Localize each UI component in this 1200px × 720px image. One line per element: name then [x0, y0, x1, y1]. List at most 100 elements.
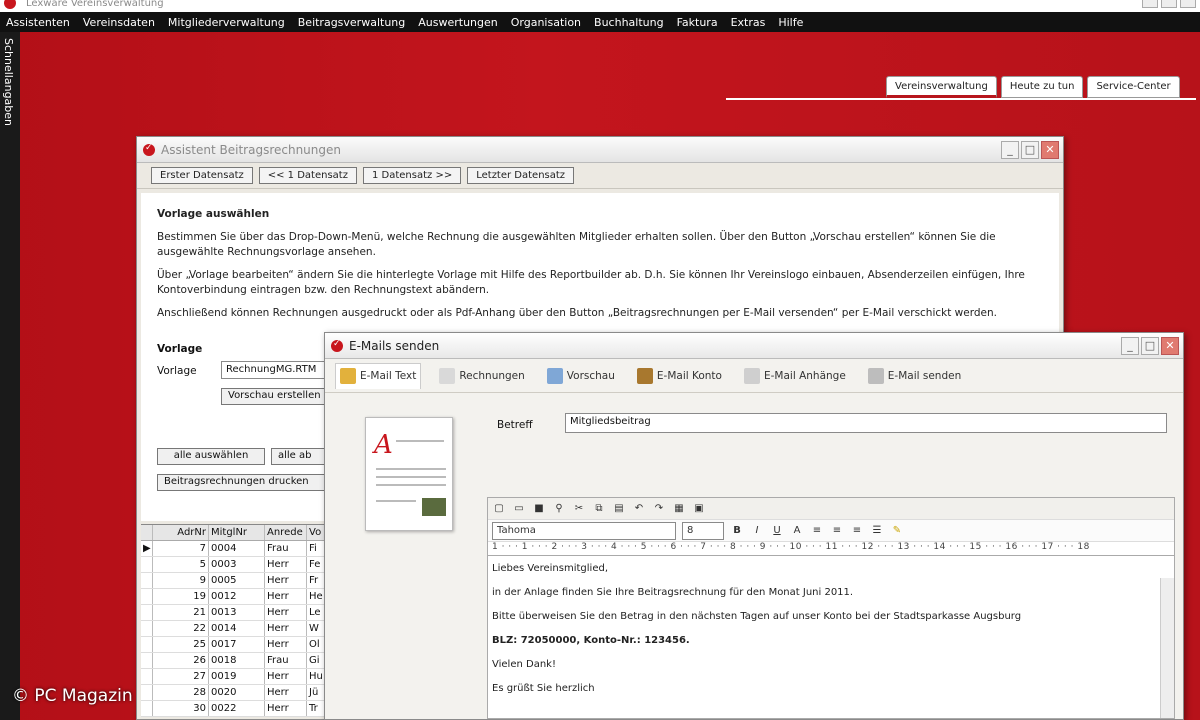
- table-row[interactable]: 9 0005 Herr Fr: [141, 573, 331, 589]
- subject-input[interactable]: Mitgliedsbeitrag: [565, 413, 1167, 433]
- table-cell: [141, 669, 153, 684]
- app-window-controls[interactable]: [1142, 0, 1196, 8]
- next-record-button[interactable]: 1 Datensatz >>: [362, 167, 462, 184]
- tab-service-center[interactable]: Service-Center: [1087, 76, 1180, 98]
- align-left-icon[interactable]: ≡: [810, 524, 824, 538]
- menu-beitragsverwaltung[interactable]: Beitragsverwaltung: [298, 16, 406, 29]
- email-body[interactable]: Liebes Vereinsmitglied, in der Anlage fi…: [488, 556, 1174, 716]
- italic-icon[interactable]: I: [750, 524, 764, 538]
- preview-button[interactable]: Vorschau erstellen: [221, 388, 325, 405]
- table-cell: 0004: [209, 541, 265, 556]
- tab-email-text[interactable]: E-Mail Text: [335, 362, 422, 389]
- email-tabs: E-Mail Text Rechnungen Vorschau E-Mail K…: [325, 359, 1183, 393]
- bullet-list-icon[interactable]: ☰: [870, 524, 884, 538]
- save-icon[interactable]: ■: [532, 502, 546, 516]
- align-right-icon[interactable]: ≡: [850, 524, 864, 538]
- tab-vereinsverwaltung[interactable]: Vereinsverwaltung: [886, 76, 997, 98]
- email-body-line: Bitte überweisen Sie den Betrag in den n…: [492, 611, 1022, 622]
- minimize-icon[interactable]: _: [1121, 337, 1139, 355]
- tab-heute-zu-tun[interactable]: Heute zu tun: [1000, 76, 1084, 98]
- grid-header: AdrNr MitglNr Anrede Vo: [141, 525, 331, 541]
- table-cell: 0013: [209, 605, 265, 620]
- bold-icon[interactable]: B: [730, 524, 744, 538]
- print-invoices-button[interactable]: Beitragsrechnungen drucken: [157, 474, 325, 491]
- tab-email-anhaenge[interactable]: E-Mail Anhänge: [740, 363, 850, 389]
- menu-vereinsdaten[interactable]: Vereinsdaten: [83, 16, 155, 29]
- grid-header-adrnr[interactable]: AdrNr: [153, 525, 209, 540]
- sidebar-strip[interactable]: Schnellangaben: [0, 32, 20, 720]
- menu-organisation[interactable]: Organisation: [511, 16, 581, 29]
- grid-header-anrede[interactable]: Anrede: [265, 525, 307, 540]
- table-cell: [141, 557, 153, 572]
- redo-icon[interactable]: ↷: [652, 502, 666, 516]
- table-row[interactable]: 21 0013 Herr Le: [141, 605, 331, 621]
- grid-header-cell: [141, 525, 153, 540]
- last-record-button[interactable]: Letzter Datensatz: [467, 167, 575, 184]
- table-row[interactable]: ▶ 7 0004 Frau Fi: [141, 541, 331, 557]
- table-cell: 0020: [209, 685, 265, 700]
- table-row[interactable]: 22 0014 Herr W: [141, 621, 331, 637]
- undo-icon[interactable]: ↶: [632, 502, 646, 516]
- font-select[interactable]: Tahoma: [492, 521, 676, 540]
- font-color-icon[interactable]: A: [790, 524, 804, 538]
- menu-faktura[interactable]: Faktura: [677, 16, 718, 29]
- app-title: Lexware Vereinsverwaltung: [26, 0, 164, 9]
- menu-extras[interactable]: Extras: [731, 16, 766, 29]
- editor-scrollbar[interactable]: [1160, 578, 1174, 718]
- font-size-select[interactable]: 8: [682, 521, 724, 540]
- menu-assistenten[interactable]: Assistenten: [6, 16, 70, 29]
- menu-mitgliederverwaltung[interactable]: Mitgliederverwaltung: [168, 16, 285, 29]
- new-document-icon[interactable]: ▢: [492, 502, 506, 516]
- first-record-button[interactable]: Erster Datensatz: [151, 167, 253, 184]
- editor-ruler[interactable]: 1 · · · 1 · · · 2 · · · 3 · · · 4 · · · …: [488, 542, 1174, 556]
- table-cell: 27: [153, 669, 209, 684]
- table-cell: 0012: [209, 589, 265, 604]
- cut-icon[interactable]: ✂: [572, 502, 586, 516]
- highlight-icon[interactable]: ✎: [890, 524, 904, 538]
- select-all-button[interactable]: alle auswählen: [157, 448, 265, 465]
- open-folder-icon[interactable]: ▭: [512, 502, 526, 516]
- table-row[interactable]: 19 0012 Herr He: [141, 589, 331, 605]
- maximize-icon[interactable]: □: [1021, 141, 1039, 159]
- table-cell: Herr: [265, 589, 307, 604]
- table-row[interactable]: 30 0022 Herr Tr: [141, 701, 331, 717]
- prev-record-button[interactable]: << 1 Datensatz: [258, 167, 357, 184]
- table-row[interactable]: 26 0018 Frau Gi: [141, 653, 331, 669]
- menu-hilfe[interactable]: Hilfe: [778, 16, 803, 29]
- tab-email-konto[interactable]: E-Mail Konto: [633, 363, 726, 389]
- table-row[interactable]: 5 0003 Herr Fe: [141, 557, 331, 573]
- deselect-all-button[interactable]: alle ab: [271, 448, 327, 465]
- table-row[interactable]: 27 0019 Herr Hu: [141, 669, 331, 685]
- table-cell: 26: [153, 653, 209, 668]
- vorlage-select[interactable]: RechnungMG.RTM: [221, 361, 325, 379]
- table-row[interactable]: 28 0020 Herr Jü: [141, 685, 331, 701]
- align-center-icon[interactable]: ≡: [830, 524, 844, 538]
- close-icon[interactable]: ✕: [1161, 337, 1179, 355]
- menu-buchhaltung[interactable]: Buchhaltung: [594, 16, 664, 29]
- tab-vorschau[interactable]: Vorschau: [543, 363, 619, 389]
- email-title-bar[interactable]: E-Mails senden _ □ ✕: [325, 333, 1183, 359]
- paste-icon[interactable]: ▤: [612, 502, 626, 516]
- insert-image-icon[interactable]: ▣: [692, 502, 706, 516]
- tab-rechnungen[interactable]: Rechnungen: [435, 363, 528, 389]
- table-cell: ▶: [141, 541, 153, 556]
- maximize-icon[interactable]: [1161, 0, 1177, 8]
- minimize-icon[interactable]: _: [1001, 141, 1019, 159]
- insert-table-icon[interactable]: ▦: [672, 502, 686, 516]
- assistant-title-bar[interactable]: Assistent Beitragsrechnungen _ □ ✕: [137, 137, 1063, 163]
- minimize-icon[interactable]: [1142, 0, 1158, 8]
- table-cell: [141, 653, 153, 668]
- find-icon[interactable]: ⚲: [552, 502, 566, 516]
- underline-icon[interactable]: U: [770, 524, 784, 538]
- table-cell: Frau: [265, 541, 307, 556]
- close-icon[interactable]: ✕: [1041, 141, 1059, 159]
- attachment-icon: [743, 367, 760, 384]
- tab-email-senden[interactable]: E-Mail senden: [864, 363, 965, 389]
- grid-header-mitglnr[interactable]: MitglNr: [209, 525, 265, 540]
- menu-auswertungen[interactable]: Auswertungen: [418, 16, 498, 29]
- copy-icon[interactable]: ⧉: [592, 502, 606, 516]
- maximize-icon[interactable]: □: [1141, 337, 1159, 355]
- top-tabs: Vereinsverwaltung Heute zu tun Service-C…: [886, 76, 1180, 98]
- close-icon[interactable]: [1180, 0, 1196, 8]
- table-row[interactable]: 25 0017 Herr Ol: [141, 637, 331, 653]
